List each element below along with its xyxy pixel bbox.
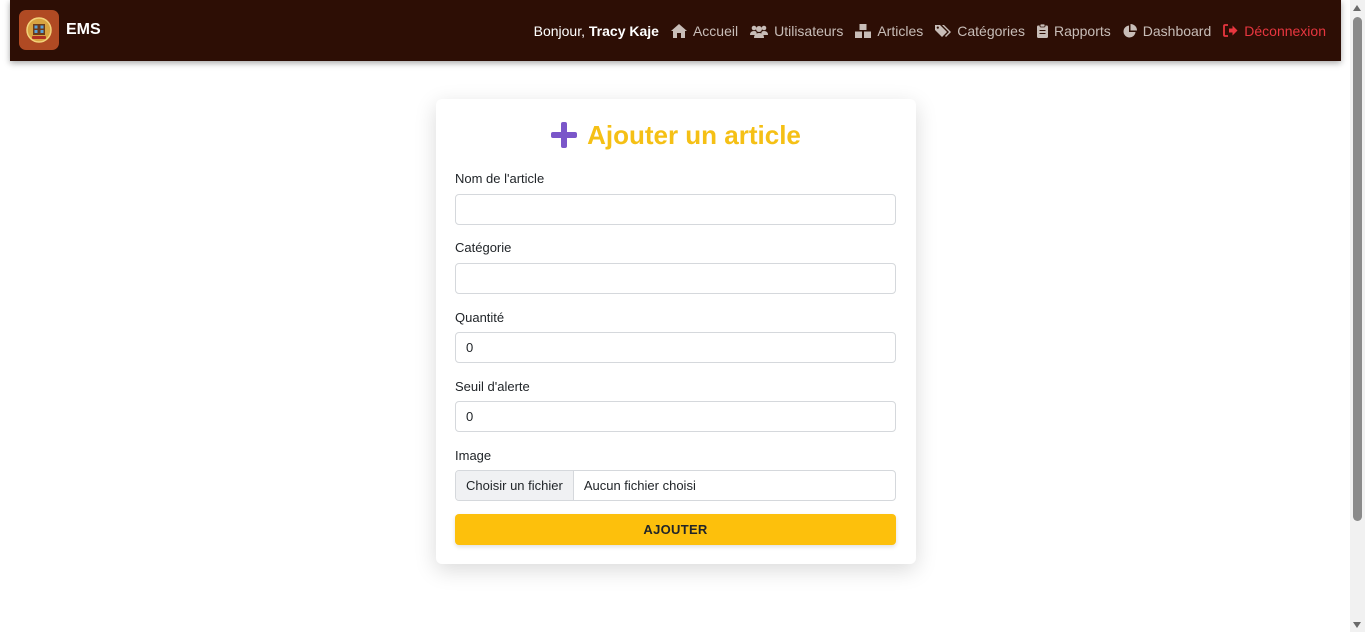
- page-scrollbar[interactable]: [1350, 0, 1365, 632]
- alert-threshold-label: Seuil d'alerte: [455, 379, 530, 394]
- app-logo: [19, 10, 59, 50]
- nav-link-utilisateurs[interactable]: Utilisateurs: [750, 23, 843, 39]
- nav-link-label: Articles: [877, 22, 924, 39]
- nav-link-articles[interactable]: Articles: [855, 23, 923, 39]
- user-greeting: Bonjour, Tracy Kaje: [534, 23, 659, 39]
- tags-icon: [935, 24, 952, 37]
- add-article-card: Ajouter un article Nom de l'article Caté…: [436, 99, 916, 564]
- home-icon: [670, 23, 687, 38]
- form-title-text: Ajouter un article: [587, 119, 801, 150]
- nav-link-dashboard[interactable]: Dashboard: [1123, 22, 1212, 39]
- nav-link-label: Dashboard: [1142, 22, 1212, 39]
- users-icon: [750, 25, 769, 38]
- nav-link-label: Déconnexion: [1244, 22, 1326, 39]
- pie-chart-icon: [1123, 23, 1137, 37]
- choose-file-button[interactable]: Choisir un fichier: [456, 471, 574, 500]
- image-label: Image: [455, 448, 492, 463]
- nav-link-label: Accueil: [692, 22, 739, 39]
- nav-menu: Bonjour, Tracy Kaje Accueil Utilisateurs: [534, 0, 1326, 61]
- image-file-input[interactable]: Choisir un fichier Aucun fichier choisi: [455, 470, 896, 501]
- nav-link-label: Utilisateurs: [774, 22, 844, 39]
- top-navbar: EMS Bonjour, Tracy Kaje Accueil Utilisat…: [10, 0, 1341, 61]
- nav-link-deconnexion[interactable]: Déconnexion: [1223, 23, 1326, 39]
- article-name-label: Nom de l'article: [455, 171, 545, 186]
- category-label: Catégorie: [455, 240, 512, 255]
- add-article-button[interactable]: AJOUTER: [455, 514, 896, 545]
- file-status-text: Aucun fichier choisi: [583, 478, 696, 493]
- alert-threshold-input[interactable]: [455, 401, 896, 432]
- user-name: Tracy Kaje: [588, 22, 659, 39]
- quantity-input[interactable]: [455, 332, 896, 363]
- article-name-input[interactable]: [455, 194, 896, 225]
- quantity-label: Quantité: [455, 310, 505, 325]
- scroll-thumb[interactable]: [1353, 17, 1362, 521]
- plus-icon: [551, 122, 578, 148]
- scroll-down-arrow-icon[interactable]: [1353, 622, 1361, 628]
- greeting-prefix: Bonjour,: [533, 22, 589, 39]
- nav-link-categories[interactable]: Catégories: [935, 23, 1025, 39]
- brand-link[interactable]: EMS: [19, 10, 101, 50]
- clipboard-icon: [1036, 23, 1048, 38]
- nav-link-accueil[interactable]: Accueil: [670, 22, 739, 39]
- nav-link-label: Rapports: [1053, 22, 1111, 39]
- brand-name: EMS: [66, 21, 101, 38]
- form-title: Ajouter un article: [436, 117, 916, 153]
- sign-out-icon: [1223, 24, 1238, 37]
- nav-link-rapports[interactable]: Rapports: [1036, 22, 1111, 39]
- nav-link-label: Catégories: [957, 22, 1025, 39]
- scroll-up-arrow-icon[interactable]: [1353, 5, 1361, 11]
- category-input[interactable]: [455, 263, 896, 294]
- cubes-icon: [855, 23, 872, 38]
